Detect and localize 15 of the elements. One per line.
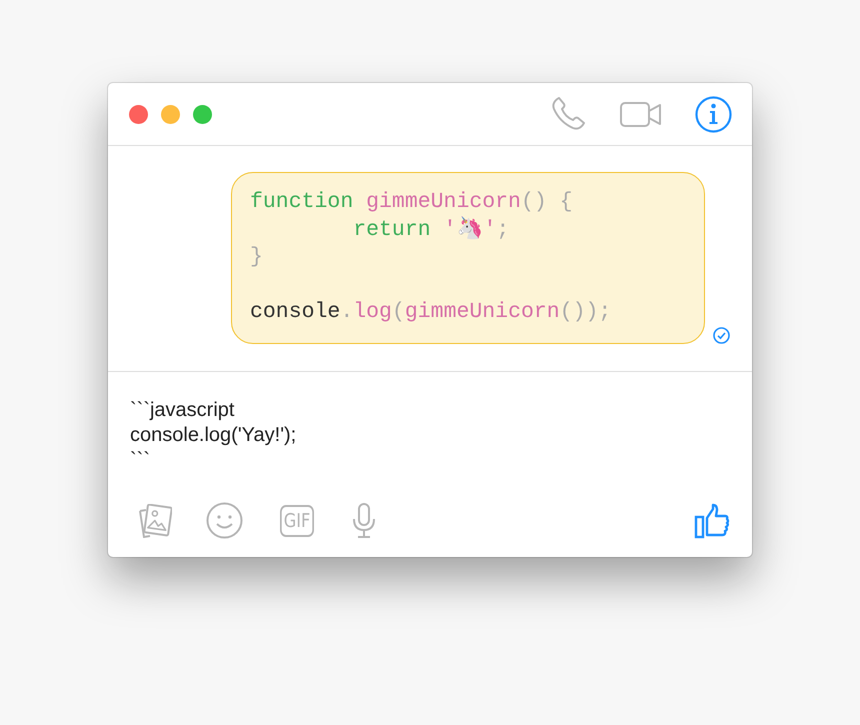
phone-icon[interactable] xyxy=(550,96,586,132)
video-camera-icon[interactable] xyxy=(620,102,661,126)
code-line: } xyxy=(250,244,263,271)
zoom-button[interactable] xyxy=(193,104,212,124)
smiley-icon[interactable] xyxy=(206,502,243,539)
microphone-icon[interactable] xyxy=(351,503,377,538)
close-button[interactable] xyxy=(129,104,148,124)
code-line: console.log(gimmeUnicorn()); xyxy=(250,299,612,326)
photos-icon[interactable] xyxy=(136,504,172,538)
thumbs-up-icon[interactable] xyxy=(694,502,730,538)
code-line: return '🦄'; xyxy=(352,216,510,244)
code-line: function gimmeUnicorn() { xyxy=(250,189,573,216)
info-icon[interactable] xyxy=(695,96,732,132)
minimize-button[interactable] xyxy=(161,104,180,124)
message-input[interactable]: ```javascript console.log('Yay!'); ``` xyxy=(130,398,296,473)
